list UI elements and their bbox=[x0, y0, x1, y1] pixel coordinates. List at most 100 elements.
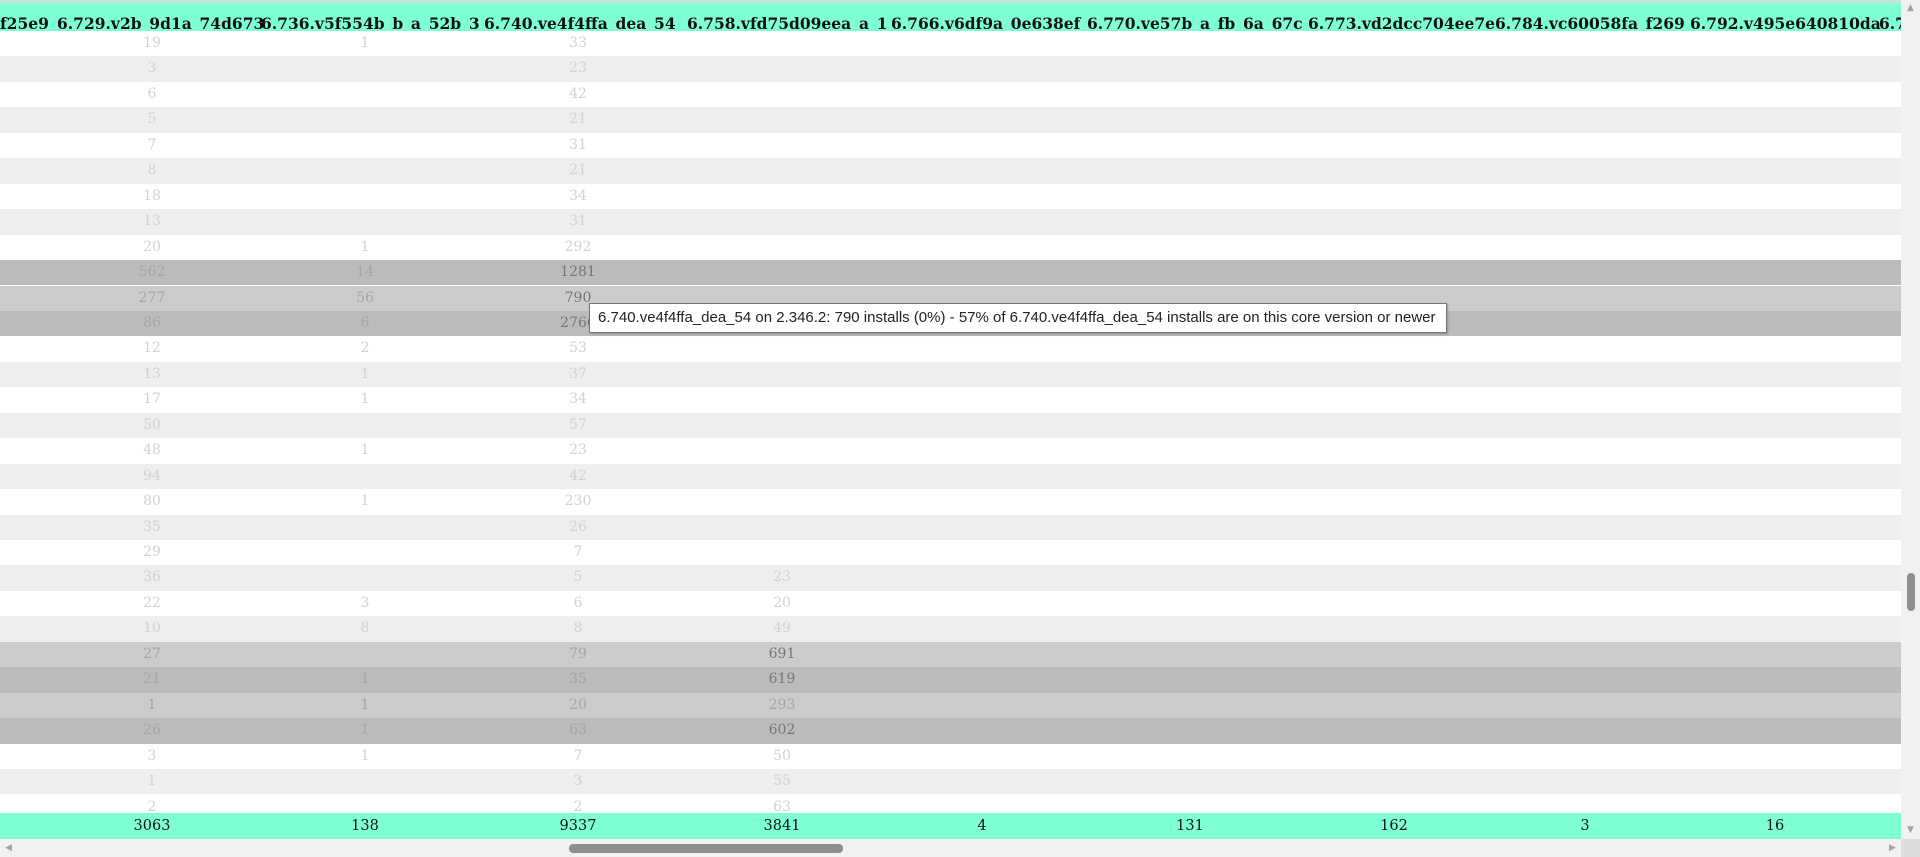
table-cell[interactable]: 3 bbox=[92, 56, 212, 81]
table-cell[interactable]: 13 bbox=[92, 209, 212, 234]
table-cell[interactable] bbox=[305, 565, 425, 590]
table-cell[interactable]: 94 bbox=[92, 464, 212, 489]
table-cell[interactable]: 1281 bbox=[518, 260, 638, 285]
table-cell[interactable] bbox=[722, 336, 842, 361]
table-cell[interactable]: 29 bbox=[92, 540, 212, 565]
table-cell[interactable]: 37 bbox=[518, 362, 638, 387]
table-cell[interactable] bbox=[305, 413, 425, 438]
table-cell[interactable] bbox=[722, 362, 842, 387]
table-cell[interactable]: 31 bbox=[518, 209, 638, 234]
table-cell[interactable]: 12 bbox=[92, 336, 212, 361]
table-cell[interactable]: 63 bbox=[518, 718, 638, 743]
table-cell[interactable]: 21 bbox=[518, 107, 638, 132]
table-cell[interactable]: 1 bbox=[305, 362, 425, 387]
table-cell[interactable]: 1 bbox=[305, 744, 425, 769]
table-cell[interactable] bbox=[305, 769, 425, 794]
vertical-scroll-thumb[interactable] bbox=[1907, 573, 1915, 611]
horizontal-scroll-thumb[interactable] bbox=[569, 844, 843, 853]
table-cell[interactable]: 8 bbox=[305, 616, 425, 641]
table-cell[interactable]: 8 bbox=[518, 616, 638, 641]
table-cell[interactable] bbox=[722, 56, 842, 81]
table-cell[interactable]: 34 bbox=[518, 387, 638, 412]
table-cell[interactable]: 34 bbox=[518, 184, 638, 209]
table-cell[interactable] bbox=[305, 56, 425, 81]
table-cell[interactable] bbox=[722, 31, 842, 56]
table-cell[interactable] bbox=[722, 82, 842, 107]
table-cell[interactable]: 1 bbox=[92, 693, 212, 718]
table-cell[interactable]: 21 bbox=[518, 158, 638, 183]
table-cell[interactable]: 21 bbox=[92, 667, 212, 692]
scroll-left-icon[interactable]: ◀ bbox=[0, 839, 17, 857]
table-cell[interactable]: 31 bbox=[518, 133, 638, 158]
table-cell[interactable]: 80 bbox=[92, 489, 212, 514]
table-cell[interactable]: 691 bbox=[722, 642, 842, 667]
table-cell[interactable]: 10 bbox=[92, 616, 212, 641]
table-cell[interactable]: 277 bbox=[92, 286, 212, 311]
table-cell[interactable]: 562 bbox=[92, 260, 212, 285]
table-cell[interactable] bbox=[722, 107, 842, 132]
table-cell[interactable]: 1 bbox=[305, 438, 425, 463]
table-cell[interactable]: 20 bbox=[518, 693, 638, 718]
table-cell[interactable]: 33 bbox=[518, 31, 638, 56]
table-cell[interactable] bbox=[305, 515, 425, 540]
table-cell[interactable]: 20 bbox=[722, 591, 842, 616]
table-cell[interactable]: 13 bbox=[92, 362, 212, 387]
table-cell[interactable]: 5 bbox=[92, 107, 212, 132]
table-cell[interactable] bbox=[305, 540, 425, 565]
table-cell[interactable]: 23 bbox=[518, 56, 638, 81]
table-cell[interactable]: 23 bbox=[518, 438, 638, 463]
table-cell[interactable] bbox=[722, 387, 842, 412]
table-cell[interactable] bbox=[722, 540, 842, 565]
table-cell[interactable]: 2 bbox=[305, 336, 425, 361]
table-cell[interactable]: 23 bbox=[722, 565, 842, 590]
table-cell[interactable]: 36 bbox=[92, 565, 212, 590]
table-cell[interactable]: 3 bbox=[518, 769, 638, 794]
table-cell[interactable] bbox=[722, 464, 842, 489]
table-cell[interactable]: 49 bbox=[722, 616, 842, 641]
table-cell[interactable]: 293 bbox=[722, 693, 842, 718]
table-cell[interactable]: 79 bbox=[518, 642, 638, 667]
table-cell[interactable]: 7 bbox=[518, 744, 638, 769]
table-cell[interactable]: 3 bbox=[305, 591, 425, 616]
table-cell[interactable]: 57 bbox=[518, 413, 638, 438]
table-cell[interactable] bbox=[305, 158, 425, 183]
table-cell[interactable]: 27 bbox=[92, 642, 212, 667]
horizontal-scrollbar[interactable]: ◀ ▶ bbox=[0, 839, 1901, 857]
table-cell[interactable]: 1 bbox=[305, 718, 425, 743]
table-cell[interactable] bbox=[722, 489, 842, 514]
table-cell[interactable]: 5 bbox=[518, 565, 638, 590]
table-cell[interactable]: 55 bbox=[722, 769, 842, 794]
table-cell[interactable]: 3 bbox=[92, 744, 212, 769]
table-cell[interactable]: 50 bbox=[92, 413, 212, 438]
table-cell[interactable] bbox=[722, 209, 842, 234]
table-cell[interactable]: 1 bbox=[305, 667, 425, 692]
table-cell[interactable] bbox=[722, 413, 842, 438]
table-cell[interactable]: 35 bbox=[92, 515, 212, 540]
table-cell[interactable]: 19 bbox=[92, 31, 212, 56]
table-cell[interactable]: 1 bbox=[305, 693, 425, 718]
table-cell[interactable] bbox=[722, 133, 842, 158]
table-cell[interactable] bbox=[722, 235, 842, 260]
scroll-up-icon[interactable]: ▲ bbox=[1901, 0, 1920, 17]
table-cell[interactable]: 50 bbox=[722, 744, 842, 769]
table-cell[interactable] bbox=[305, 133, 425, 158]
table-cell[interactable] bbox=[305, 209, 425, 234]
table-cell[interactable]: 26 bbox=[92, 718, 212, 743]
table-cell[interactable]: 1 bbox=[305, 387, 425, 412]
scroll-down-icon[interactable]: ▼ bbox=[1901, 822, 1920, 839]
table-cell[interactable]: 18 bbox=[92, 184, 212, 209]
table-cell[interactable] bbox=[722, 184, 842, 209]
table-cell[interactable]: 1 bbox=[92, 769, 212, 794]
table-cell[interactable]: 1 bbox=[305, 31, 425, 56]
table-cell[interactable] bbox=[722, 515, 842, 540]
table-cell[interactable]: 1 bbox=[305, 235, 425, 260]
table-cell[interactable]: 86 bbox=[92, 311, 212, 336]
table-cell[interactable] bbox=[722, 260, 842, 285]
table-cell[interactable] bbox=[305, 642, 425, 667]
table-cell[interactable]: 7 bbox=[92, 133, 212, 158]
table-cell[interactable]: 1 bbox=[305, 489, 425, 514]
table-cell[interactable] bbox=[722, 158, 842, 183]
table-cell[interactable]: 14 bbox=[305, 260, 425, 285]
table-cell[interactable]: 42 bbox=[518, 82, 638, 107]
table-cell[interactable]: 619 bbox=[722, 667, 842, 692]
